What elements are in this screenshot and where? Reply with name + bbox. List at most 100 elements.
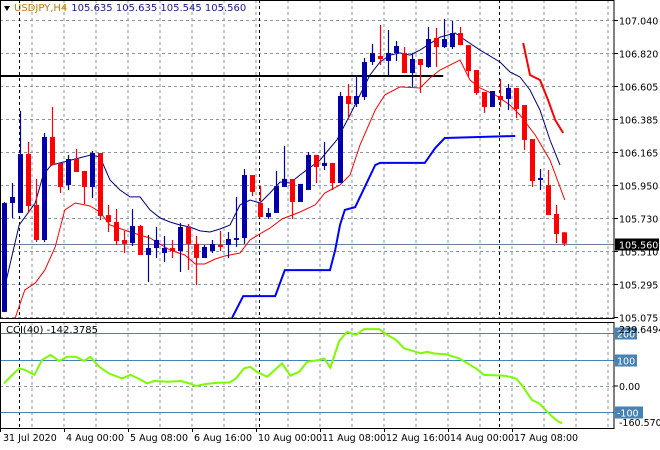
cci-label: CCI(40) -142.3785: [6, 325, 98, 336]
price-tick-label: 106.385: [619, 116, 658, 127]
candle-bear: [74, 159, 79, 173]
candle-bear: [98, 152, 103, 216]
time-label: 11 Aug 08:00: [322, 433, 386, 444]
candle-bear: [482, 91, 487, 108]
candle-bear: [258, 202, 263, 218]
candle-bull: [338, 96, 343, 184]
candle-bull: [18, 154, 23, 213]
candle-bear: [434, 37, 439, 48]
candle-bull: [10, 196, 15, 203]
candle-bull: [426, 39, 431, 67]
time-label: 10 Aug 00:00: [258, 433, 322, 444]
time-label: 5 Aug 08:00: [130, 433, 188, 444]
candle-bear: [378, 55, 383, 59]
price-tick-label: 105.075: [619, 314, 658, 325]
candle-bull: [66, 159, 71, 186]
candle-bull: [202, 246, 207, 258]
candle-bull: [90, 152, 95, 187]
time-label: 31 Jul 2020: [3, 433, 57, 444]
candle-bull: [362, 62, 367, 98]
ohlc-values: 105.635 105.635 105.545 105.560: [71, 3, 247, 14]
candle-bull: [442, 39, 447, 48]
candle-bear: [58, 162, 63, 187]
candle-bull: [2, 202, 7, 312]
candle-bull: [274, 186, 279, 213]
cci-name: CCI(40): [6, 325, 44, 336]
candle-bear: [514, 87, 519, 109]
candle-bear: [106, 215, 111, 223]
candle-bear: [218, 244, 223, 247]
candle-bull: [370, 52, 375, 63]
candle-bear: [114, 222, 119, 242]
candle-bull: [154, 240, 159, 249]
candle-bull: [130, 225, 135, 244]
candle-bull: [450, 32, 455, 48]
candle-bull: [354, 96, 359, 105]
candle-bear: [186, 227, 191, 244]
time-label: 6 Aug 16:00: [194, 433, 252, 444]
candle-bear: [402, 52, 407, 74]
candle-bull: [538, 178, 543, 181]
candle-bear: [26, 154, 31, 207]
candle-bear: [418, 58, 423, 66]
candle-bear: [290, 178, 295, 202]
candle-bull: [162, 248, 167, 253]
price-tick-label: 105.950: [619, 182, 658, 193]
candle-bull: [178, 227, 183, 252]
chart-header: USDJPY,H4 105.635 105.635 105.545 105.56…: [4, 3, 246, 14]
cci-max-label: 239.6494: [619, 325, 660, 336]
cci-value: -142.3785: [46, 325, 98, 336]
candle-bear: [82, 170, 87, 187]
cci-level-label: 100: [617, 357, 635, 368]
price-tick-label: 106.165: [619, 149, 658, 160]
time-label: 4 Aug 00:00: [66, 433, 124, 444]
candle-bear: [498, 96, 503, 100]
candle-bear: [250, 175, 255, 192]
candle-bear: [458, 32, 463, 46]
candle-bull: [42, 136, 47, 241]
candle-bull: [322, 162, 327, 166]
candle-bull: [266, 212, 271, 218]
candle-bear: [330, 162, 335, 184]
price-tick-label: 107.040: [619, 17, 658, 28]
candle-bear: [34, 204, 39, 241]
symbol-label: USDJPY,H4: [14, 3, 68, 14]
candle-bear: [122, 240, 127, 244]
candle-bear: [522, 105, 527, 140]
candle-bear: [138, 225, 143, 255]
candle-bear: [50, 136, 55, 166]
price-tick-label: 106.820: [619, 50, 658, 61]
time-label: 14 Aug 00:00: [450, 433, 514, 444]
candle-bear: [554, 214, 559, 234]
current-price-label: 105.560: [619, 241, 658, 252]
candle-bull: [234, 238, 239, 241]
candle-bear: [546, 185, 551, 216]
price-tick-label: 105.730: [619, 215, 658, 226]
candle-bull: [506, 87, 511, 100]
candle-bear: [466, 45, 471, 72]
candle-bull: [306, 154, 311, 190]
candle-bear: [530, 139, 535, 182]
price-tick-label: 105.295: [619, 281, 658, 292]
time-label: 17 Aug 08:00: [514, 433, 578, 444]
candle-bull: [386, 52, 391, 61]
candle-bull: [490, 91, 495, 108]
candle-bull: [410, 58, 415, 74]
candle-bear: [346, 96, 351, 105]
cci-zero-label: 0.00: [619, 382, 640, 393]
triangle-down-icon[interactable]: [4, 6, 10, 11]
candle-bull: [226, 238, 231, 245]
candle-bear: [562, 232, 567, 244]
candle-bull: [394, 45, 399, 53]
candle-bull: [242, 175, 247, 239]
candle-bull: [146, 248, 151, 255]
candle-bull: [210, 243, 215, 252]
candle-bull: [298, 183, 303, 202]
chart-canvas: 107.040 106.820 106.605 106.385 106.165 105.9…: [0, 0, 660, 444]
time-label: 12 Aug 16:00: [386, 433, 450, 444]
candle-bear: [170, 248, 175, 252]
candle-bear: [474, 70, 479, 93]
candle-bear: [314, 154, 319, 168]
candle-bear: [194, 243, 199, 258]
cci-min-label: -160.5703: [619, 418, 660, 429]
